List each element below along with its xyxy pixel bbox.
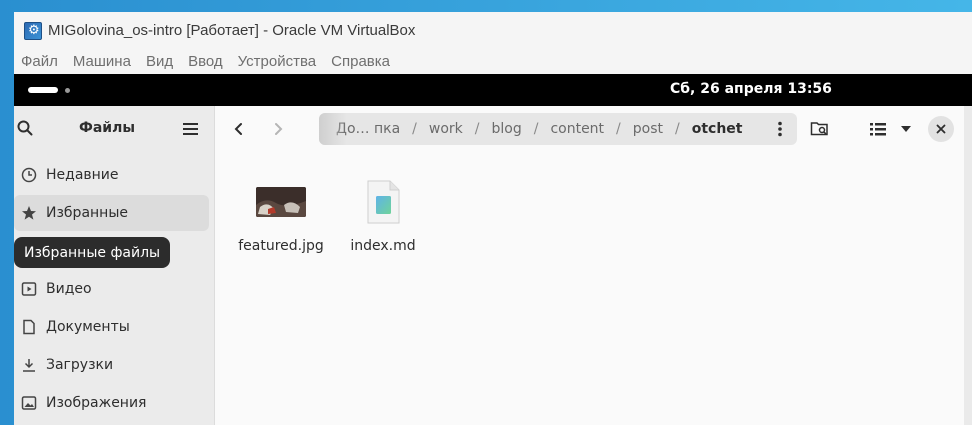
sidebar-item-label: Избранные [46,205,128,221]
vertical-dots-menu-icon[interactable] [771,120,789,138]
hamburger-menu-icon[interactable] [182,121,200,135]
files-window: Файлы Недавние Избранные Избранные файлы… [14,106,964,425]
path-separator: / [616,121,621,137]
sidebar-item-label: Изображения [46,395,147,411]
sidebar-item-label: Загрузки [46,357,114,373]
crumb-post[interactable]: post [633,121,663,137]
back-button[interactable] [227,117,251,141]
path-separator: / [675,121,680,137]
path-separator: / [533,121,539,137]
chevron-right-icon [275,123,283,135]
file-name: featured.jpg [238,238,324,254]
sidebar-item-label: Видео [46,281,92,297]
menu-machine[interactable]: Машина [73,53,131,70]
file-grid: featured.jpg index.md [216,152,964,425]
image-thumbnail-icon [256,187,306,217]
chevron-left-icon [234,123,242,135]
window-title: MIGolovina_os-intro [Работает] - Oracle … [48,22,416,39]
virtualbox-app-icon: ⚙ [24,21,42,40]
menu-file[interactable]: Файл [21,53,58,70]
crumb-blog[interactable]: blog [491,121,521,137]
view-options-dropdown[interactable] [894,117,918,141]
file-name: index.md [350,238,416,254]
sidebar-item-pictures[interactable]: Изображения [14,385,209,421]
menu-input[interactable]: Ввод [188,53,223,70]
markdown-file-icon [365,180,401,224]
file-item-index-md[interactable]: index.md [333,177,433,254]
document-icon [20,318,38,336]
path-bar: До… пка / work / blog / content / post /… [319,113,797,145]
path-overflow-fade [319,113,347,145]
workspace-dot-indicator [65,87,70,93]
crumb-work[interactable]: work [429,121,463,137]
image-icon [20,394,38,412]
list-view-icon [870,123,886,136]
close-button[interactable] [928,116,954,142]
menu-help[interactable]: Справка [331,53,390,70]
crumb-current-otchet[interactable]: otchet [692,121,743,137]
workspace-active-indicator [28,87,58,93]
menu-view[interactable]: Вид [146,53,173,70]
menu-devices[interactable]: Устройства [238,53,316,70]
sidebar-item-recent[interactable]: Недавние [14,157,209,193]
sidebar: Файлы Недавние Избранные Избранные файлы… [14,106,215,425]
sidebar-title: Файлы [78,120,136,136]
path-separator: / [474,121,480,137]
tooltip-starred-files: Избранные файлы [14,237,171,268]
sidebar-header: Файлы [14,106,215,152]
sidebar-item-starred[interactable]: Избранные [14,195,209,231]
file-item-featured-jpg[interactable]: featured.jpg [231,177,331,254]
sidebar-item-documents[interactable]: Документы [14,309,209,345]
forward-button[interactable] [266,117,290,141]
sidebar-item-downloads[interactable]: Загрузки [14,347,209,383]
folder-search-icon [810,122,828,136]
chevron-down-icon [901,126,911,132]
star-icon [20,204,38,222]
video-icon [20,280,38,298]
guest-desktop-edge [964,106,972,425]
sidebar-item-label: Недавние [46,167,119,183]
close-icon [936,124,946,134]
clock-icon [20,166,38,184]
crumb-content[interactable]: content [550,121,604,137]
header-bar: До… пка / work / blog / content / post /… [216,106,964,152]
sidebar-item-label: Документы [46,319,130,335]
sidebar-item-videos[interactable]: Видео [14,271,209,307]
download-icon [20,356,38,374]
clock[interactable]: Сб, 26 апреля 13:56 [670,81,832,97]
activities-indicator[interactable] [28,87,70,93]
virtualbox-menubar: Файл Машина Вид Ввод Устройства Справка [14,49,972,74]
list-view-button[interactable] [866,117,890,141]
virtualbox-titlebar: ⚙ MIGolovina_os-intro [Работает] - Oracl… [14,12,972,49]
folder-search-button[interactable] [808,117,832,141]
path-separator: / [412,121,417,137]
gnome-topbar: Сб, 26 апреля 13:56 [14,74,972,106]
